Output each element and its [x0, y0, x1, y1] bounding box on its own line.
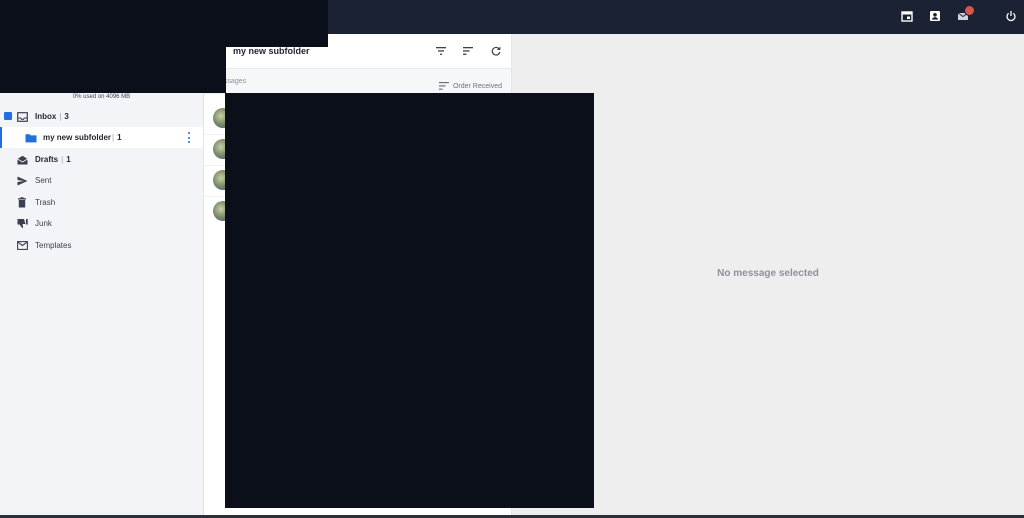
send-icon	[16, 175, 28, 187]
power-icon[interactable]	[1004, 9, 1018, 23]
filter-icon[interactable]	[435, 45, 447, 57]
folder-sidebar: 0% used on 4096 MB Inbox | 3 my new subf…	[0, 34, 204, 515]
unread-count: 3	[64, 112, 69, 121]
sort-icon[interactable]	[462, 45, 474, 57]
drafts-icon	[16, 154, 28, 166]
redacted-region	[0, 0, 328, 47]
mail-settings-icon[interactable]	[956, 5, 975, 23]
sidebar-item-sent[interactable]: Sent	[0, 170, 203, 191]
notification-badge-icon	[964, 5, 975, 16]
calendar-icon[interactable]	[900, 9, 914, 23]
sidebar-item-label: Inbox	[35, 112, 57, 121]
sidebar-item-trash[interactable]: Trash	[0, 192, 203, 213]
thumbs-down-icon	[16, 218, 28, 230]
sidebar-item-junk[interactable]: Junk	[0, 213, 203, 234]
order-label: Order Received	[452, 82, 502, 90]
unread-count: 1	[117, 133, 122, 142]
sidebar-item-templates[interactable]: Templates	[0, 235, 203, 256]
folder-icon	[25, 132, 37, 144]
page-title: my new subfolder	[233, 46, 310, 56]
sidebar-item-label: Sent	[35, 176, 52, 185]
collapse-toggle-icon[interactable]	[4, 112, 12, 120]
sidebar-item-label: Junk	[35, 219, 52, 228]
sidebar-item-label: Trash	[35, 198, 56, 207]
sidebar-item-label: my new subfolder	[43, 133, 112, 142]
trash-icon	[16, 197, 28, 209]
inbox-icon	[16, 111, 28, 123]
sidebar-item-inbox[interactable]: Inbox | 3	[0, 106, 203, 127]
folder-menu-icon[interactable]	[188, 132, 191, 143]
sidebar-item-drafts[interactable]: Drafts | 1	[0, 149, 203, 170]
storage-quota: 0% used on 4096 MB	[72, 94, 131, 100]
sidebar-item-my-new-subfolder[interactable]: my new subfolder | 1	[0, 127, 203, 148]
unread-count: 1	[66, 155, 71, 164]
refresh-icon[interactable]	[490, 45, 502, 57]
envelope-icon	[16, 240, 28, 252]
message-list-subheader: essages Order Received	[204, 69, 511, 94]
sidebar-item-label: Drafts	[35, 155, 59, 164]
redacted-region	[225, 93, 594, 508]
redacted-region	[0, 47, 226, 93]
sidebar-item-label: Templates	[35, 241, 72, 250]
contacts-icon[interactable]	[928, 9, 942, 23]
